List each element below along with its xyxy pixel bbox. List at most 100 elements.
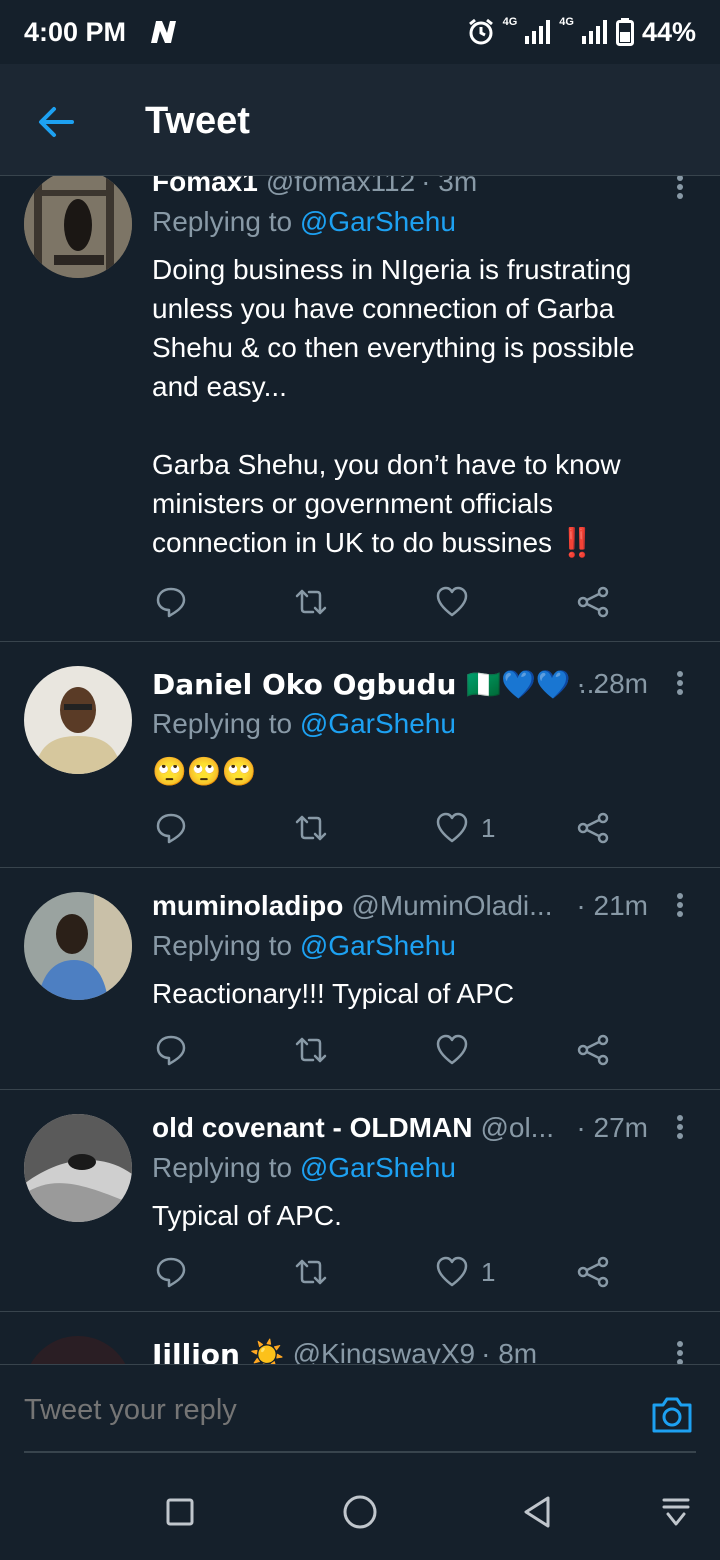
tweet-text: Doing business in NIgeria is frustrating…	[152, 254, 635, 558]
share-button[interactable]	[576, 1252, 610, 1292]
system-nav-bar	[0, 1460, 720, 1560]
like-button[interactable]	[435, 1030, 481, 1070]
triangle-back-icon	[524, 1496, 550, 1528]
tweet-card[interactable]: Daniel Oko Ogbudu 🇳🇬💙💙 ... · 28m Replyin…	[0, 642, 720, 868]
display-name[interactable]: Daniel Oko Ogbudu 🇳🇬💙💙	[152, 668, 571, 701]
tweet-text: Typical of APC.	[152, 1200, 342, 1231]
retweet-icon	[295, 589, 327, 615]
notification-pull-button[interactable]	[656, 1492, 696, 1532]
like-button[interactable]	[435, 582, 481, 622]
share-button[interactable]	[576, 1030, 610, 1070]
avatar-person-image	[24, 892, 132, 1000]
replying-to: Replying to @GarShehu	[152, 206, 456, 238]
reply-button[interactable]	[154, 808, 188, 848]
reply-divider	[24, 1451, 696, 1453]
tweet-card[interactable]: old covenant - OLDMAN @ol... · 27m Reply…	[0, 1090, 720, 1312]
status-bar: 4:00 PM 4G 4G 44%	[0, 0, 720, 64]
share-button[interactable]	[576, 808, 610, 848]
tweet-text: Reactionary!!! Typical of APC	[152, 978, 515, 1009]
replying-label: Replying to	[152, 1152, 300, 1183]
tweet-time: · 21m	[576, 890, 648, 921]
tweet-header: muminoladipo @MuminOladi...	[152, 886, 630, 926]
retweet-button[interactable]	[294, 1030, 328, 1070]
display-name[interactable]: Jillion ☀️	[152, 1338, 285, 1365]
like-count: 1	[481, 1256, 496, 1287]
avatar-face-image	[24, 1114, 132, 1222]
retweet-button[interactable]	[294, 582, 328, 622]
tweet-time: · 27m	[576, 1112, 648, 1143]
mention-link[interactable]: @GarShehu	[300, 708, 456, 739]
display-name[interactable]: muminoladipo	[152, 890, 343, 922]
user-handle[interactable]: @fomax112	[266, 176, 415, 198]
tweet-text: 🙄🙄🙄	[152, 755, 257, 788]
replying-label: Replying to	[152, 708, 300, 739]
more-options-button[interactable]	[670, 1112, 690, 1148]
avatar[interactable]	[24, 892, 132, 1000]
share-button[interactable]	[576, 582, 610, 622]
replying-label: Replying to	[152, 930, 300, 961]
avatar[interactable]	[24, 1336, 132, 1364]
retweet-button[interactable]	[294, 1252, 328, 1292]
more-options-button[interactable]	[670, 668, 690, 704]
like-button[interactable]: 1	[435, 1252, 495, 1292]
reply-bar	[0, 1364, 720, 1460]
tweet-card[interactable]: Jillion ☀️ @KingswayX9 · 8m	[0, 1312, 720, 1364]
user-handle[interactable]: @KingswayX9	[293, 1338, 476, 1364]
more-options-button[interactable]	[670, 890, 690, 926]
share-icon	[577, 586, 609, 618]
back-nav-button[interactable]	[518, 1492, 558, 1532]
circle-icon	[343, 1495, 377, 1529]
pull-down-icon	[662, 1498, 690, 1526]
tweet-reply-input[interactable]	[24, 1383, 624, 1437]
tweet-actions: 1	[152, 808, 622, 848]
tweet-actions	[152, 582, 622, 622]
replying-label: Replying to	[152, 206, 300, 237]
reply-button[interactable]	[154, 1252, 188, 1292]
network-type-2: 4G	[559, 16, 574, 28]
network-type-1: 4G	[502, 16, 518, 28]
reply-button[interactable]	[154, 582, 188, 622]
signal-icon	[525, 20, 551, 44]
tweet-card[interactable]: Fomax1 @fomax112 · 3m Replying to @GarSh…	[0, 176, 720, 642]
arrow-left-icon	[39, 107, 74, 137]
replying-to: Replying to @GarShehu	[152, 930, 456, 962]
mention-link[interactable]: @GarShehu	[300, 206, 456, 237]
mention-link[interactable]: @GarShehu	[300, 1152, 456, 1183]
home-button[interactable]	[340, 1492, 380, 1532]
retweet-icon	[295, 1259, 327, 1285]
recent-apps-button[interactable]	[160, 1492, 200, 1532]
heart-icon	[436, 812, 468, 843]
more-options-button[interactable]	[670, 1338, 690, 1364]
avatar[interactable]	[24, 666, 132, 774]
page-title: Tweet	[145, 100, 250, 142]
user-handle[interactable]: @ol...	[480, 1112, 554, 1144]
square-icon	[166, 1498, 194, 1526]
avatar[interactable]	[24, 1114, 132, 1222]
reply-feed: Fomax1 @fomax112 · 3m Replying to @GarSh…	[0, 176, 720, 1364]
tweet-time: · 8m	[481, 1338, 538, 1364]
camera-icon	[652, 1397, 692, 1433]
camera-button[interactable]	[650, 1395, 694, 1435]
share-icon	[577, 1034, 609, 1066]
like-button[interactable]: 1	[435, 808, 495, 848]
tweet-card[interactable]: muminoladipo @MuminOladi... · 21m Replyi…	[0, 868, 720, 1090]
retweet-icon	[295, 815, 327, 841]
replying-to: Replying to @GarShehu	[152, 1152, 456, 1184]
replying-to: Replying to @GarShehu	[152, 708, 456, 740]
avatar[interactable]	[24, 176, 132, 278]
battery-percentage: 44%	[641, 16, 696, 47]
battery-icon	[615, 18, 634, 46]
alarm-icon	[468, 18, 493, 45]
reply-button[interactable]	[154, 1030, 188, 1070]
retweet-button[interactable]	[294, 808, 328, 848]
status-time: 4:00 PM	[24, 16, 127, 47]
more-options-button[interactable]	[670, 176, 690, 208]
display-name[interactable]: old covenant - OLDMAN	[152, 1112, 472, 1144]
display-name[interactable]: Fomax1	[152, 176, 258, 198]
mention-link[interactable]: @GarShehu	[300, 930, 456, 961]
share-icon	[577, 812, 609, 844]
signal-icon	[581, 20, 607, 44]
tweet-actions	[152, 1030, 622, 1070]
user-handle[interactable]: @MuminOladi...	[351, 890, 552, 922]
back-button[interactable]	[36, 102, 76, 142]
